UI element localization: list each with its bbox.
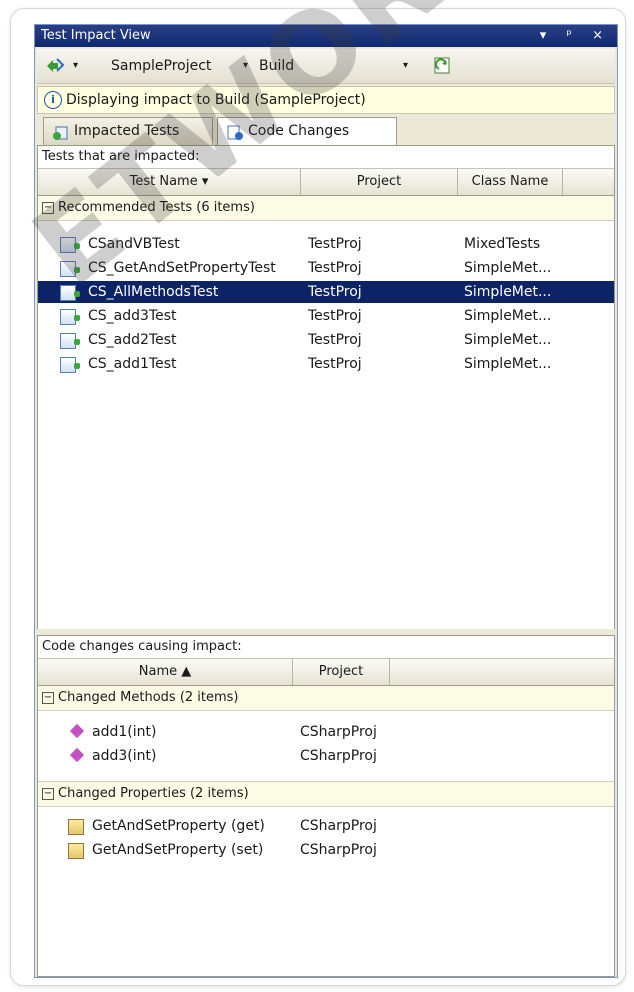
tab-label: Impacted Tests <box>74 123 180 139</box>
tab-label: Code Changes <box>248 123 350 139</box>
impacted-tests-pane: Tests that are impacted: Test Name ▾ Pro… <box>37 145 615 631</box>
column-name[interactable]: Name ▲ <box>38 659 293 685</box>
changed-properties-list: GetAndSetProperty (get) CSharpProj GetAn… <box>38 807 614 957</box>
code-changes-icon <box>226 124 243 140</box>
table-row[interactable]: CS_add1Test TestProj SimpleMet... <box>38 353 614 375</box>
impacted-tests-title: Tests that are impacted: <box>38 146 614 169</box>
group-recommended-tests[interactable]: − Recommended Tests (6 items) <box>38 196 614 221</box>
collapse-icon[interactable]: − <box>42 201 54 214</box>
test-project: TestProj <box>308 332 362 348</box>
code-changes-title: Code changes causing impact: <box>38 636 614 659</box>
test-class: SimpleMet... <box>464 332 552 348</box>
test-project: TestProj <box>308 236 362 252</box>
info-icon: i <box>44 91 62 109</box>
method-project: CSharpProj <box>300 748 377 764</box>
method-project: CSharpProj <box>300 724 377 740</box>
property-name: GetAndSetProperty (set) <box>92 842 264 858</box>
group-label: Changed Methods (2 items) <box>58 690 239 705</box>
impacted-tests-header: Test Name ▾ Project Class Name <box>38 169 614 196</box>
build-dropdown-marker: ▾ <box>243 60 249 71</box>
property-project: CSharpProj <box>300 818 377 834</box>
method-icon <box>69 723 85 739</box>
close-icon[interactable]: × <box>592 28 611 43</box>
group-label: Recommended Tests (6 items) <box>58 200 255 215</box>
test-name: CS_add3Test <box>88 308 177 324</box>
nav-dropdown-icon[interactable]: ▾ <box>73 60 78 71</box>
collapse-icon[interactable]: − <box>42 787 54 800</box>
code-changes-header: Name ▲ Project <box>38 659 614 686</box>
build-dropdown-icon[interactable]: ▾ <box>403 60 408 71</box>
list-item[interactable]: GetAndSetProperty (set) CSharpProj <box>38 839 614 861</box>
table-row[interactable]: CS_add2Test TestProj SimpleMet... <box>38 329 614 351</box>
method-icon <box>69 747 85 763</box>
impacted-tests-list: CSandVBTest TestProj MixedTests CS_GetAn… <box>38 221 614 521</box>
info-bar: i Displaying impact to Build (SampleProje… <box>37 86 615 114</box>
test-impact-window: Test Impact View ▾ ᵖ × ▾ SampleProject ▾… <box>34 24 618 978</box>
list-item[interactable]: add3(int) CSharpProj <box>38 745 614 767</box>
property-project: CSharpProj <box>300 842 377 858</box>
test-name: CS_add1Test <box>88 356 177 372</box>
test-icon <box>60 237 80 253</box>
changed-methods-list: add1(int) CSharpProj add3(int) CSharpPro… <box>38 711 614 782</box>
code-changes-pane: Code changes causing impact: Name ▲ Proj… <box>37 635 615 977</box>
tab-strip: Impacted Tests Code Changes <box>37 115 615 145</box>
column-project[interactable]: Project <box>293 659 390 685</box>
tab-code-changes[interactable]: Code Changes <box>217 117 397 145</box>
back-forward-icon[interactable] <box>45 57 65 77</box>
test-icon <box>60 357 80 373</box>
group-label: Changed Properties (2 items) <box>58 786 249 801</box>
list-item[interactable]: GetAndSetProperty (get) CSharpProj <box>38 815 614 837</box>
test-project: TestProj <box>308 308 362 324</box>
column-project[interactable]: Project <box>301 169 458 195</box>
test-project: TestProj <box>308 260 362 276</box>
window-controls: ▾ ᵖ × <box>540 25 611 47</box>
method-name: add3(int) <box>92 748 157 764</box>
refresh-icon[interactable] <box>433 55 453 79</box>
table-row-selected[interactable]: CS_AllMethodsTest TestProj SimpleMet... <box>38 281 614 303</box>
property-name: GetAndSetProperty (get) <box>92 818 265 834</box>
group-changed-properties[interactable]: − Changed Properties (2 items) <box>38 782 614 807</box>
test-icon <box>60 261 80 277</box>
method-name: add1(int) <box>92 724 157 740</box>
test-class: MixedTests <box>464 236 541 252</box>
tab-impacted-tests[interactable]: Impacted Tests <box>43 117 213 145</box>
info-text: Displaying impact to Build (SampleProjec… <box>66 92 366 108</box>
build-select[interactable]: Build <box>259 58 294 74</box>
title-bar: Test Impact View ▾ ᵖ × <box>35 25 617 47</box>
project-select[interactable]: SampleProject <box>111 58 211 74</box>
test-name: CSandVBTest <box>88 236 180 252</box>
test-class: SimpleMet... <box>464 260 552 276</box>
dropdown-icon[interactable]: ▾ <box>540 28 555 43</box>
impacted-tests-icon <box>52 124 68 140</box>
pin-icon[interactable]: ᵖ <box>566 28 580 43</box>
test-class: SimpleMet... <box>464 356 552 372</box>
test-icon <box>60 309 80 325</box>
column-test-name[interactable]: Test Name ▾ <box>38 169 301 195</box>
group-changed-methods[interactable]: − Changed Methods (2 items) <box>38 686 614 711</box>
table-row[interactable]: CSandVBTest TestProj MixedTests <box>38 233 614 255</box>
window-title: Test Impact View <box>41 28 151 43</box>
collapse-icon[interactable]: − <box>42 691 54 704</box>
test-name: CS_AllMethodsTest <box>88 284 219 300</box>
test-class: SimpleMet... <box>464 284 552 300</box>
column-class-name[interactable]: Class Name <box>458 169 563 195</box>
table-row[interactable]: CS_GetAndSetPropertyTest TestProj Simple… <box>38 257 614 279</box>
test-icon <box>60 285 80 301</box>
property-icon <box>68 819 84 835</box>
test-name: CS_add2Test <box>88 332 177 348</box>
test-class: SimpleMet... <box>464 308 552 324</box>
test-project: TestProj <box>308 356 362 372</box>
toolbar: ▾ SampleProject ▾ Build ▾ <box>37 49 615 84</box>
test-icon <box>60 333 80 349</box>
property-icon <box>68 843 84 859</box>
table-row[interactable]: CS_add3Test TestProj SimpleMet... <box>38 305 614 327</box>
list-item[interactable]: add1(int) CSharpProj <box>38 721 614 743</box>
test-project: TestProj <box>308 284 362 300</box>
test-name: CS_GetAndSetPropertyTest <box>88 260 276 276</box>
